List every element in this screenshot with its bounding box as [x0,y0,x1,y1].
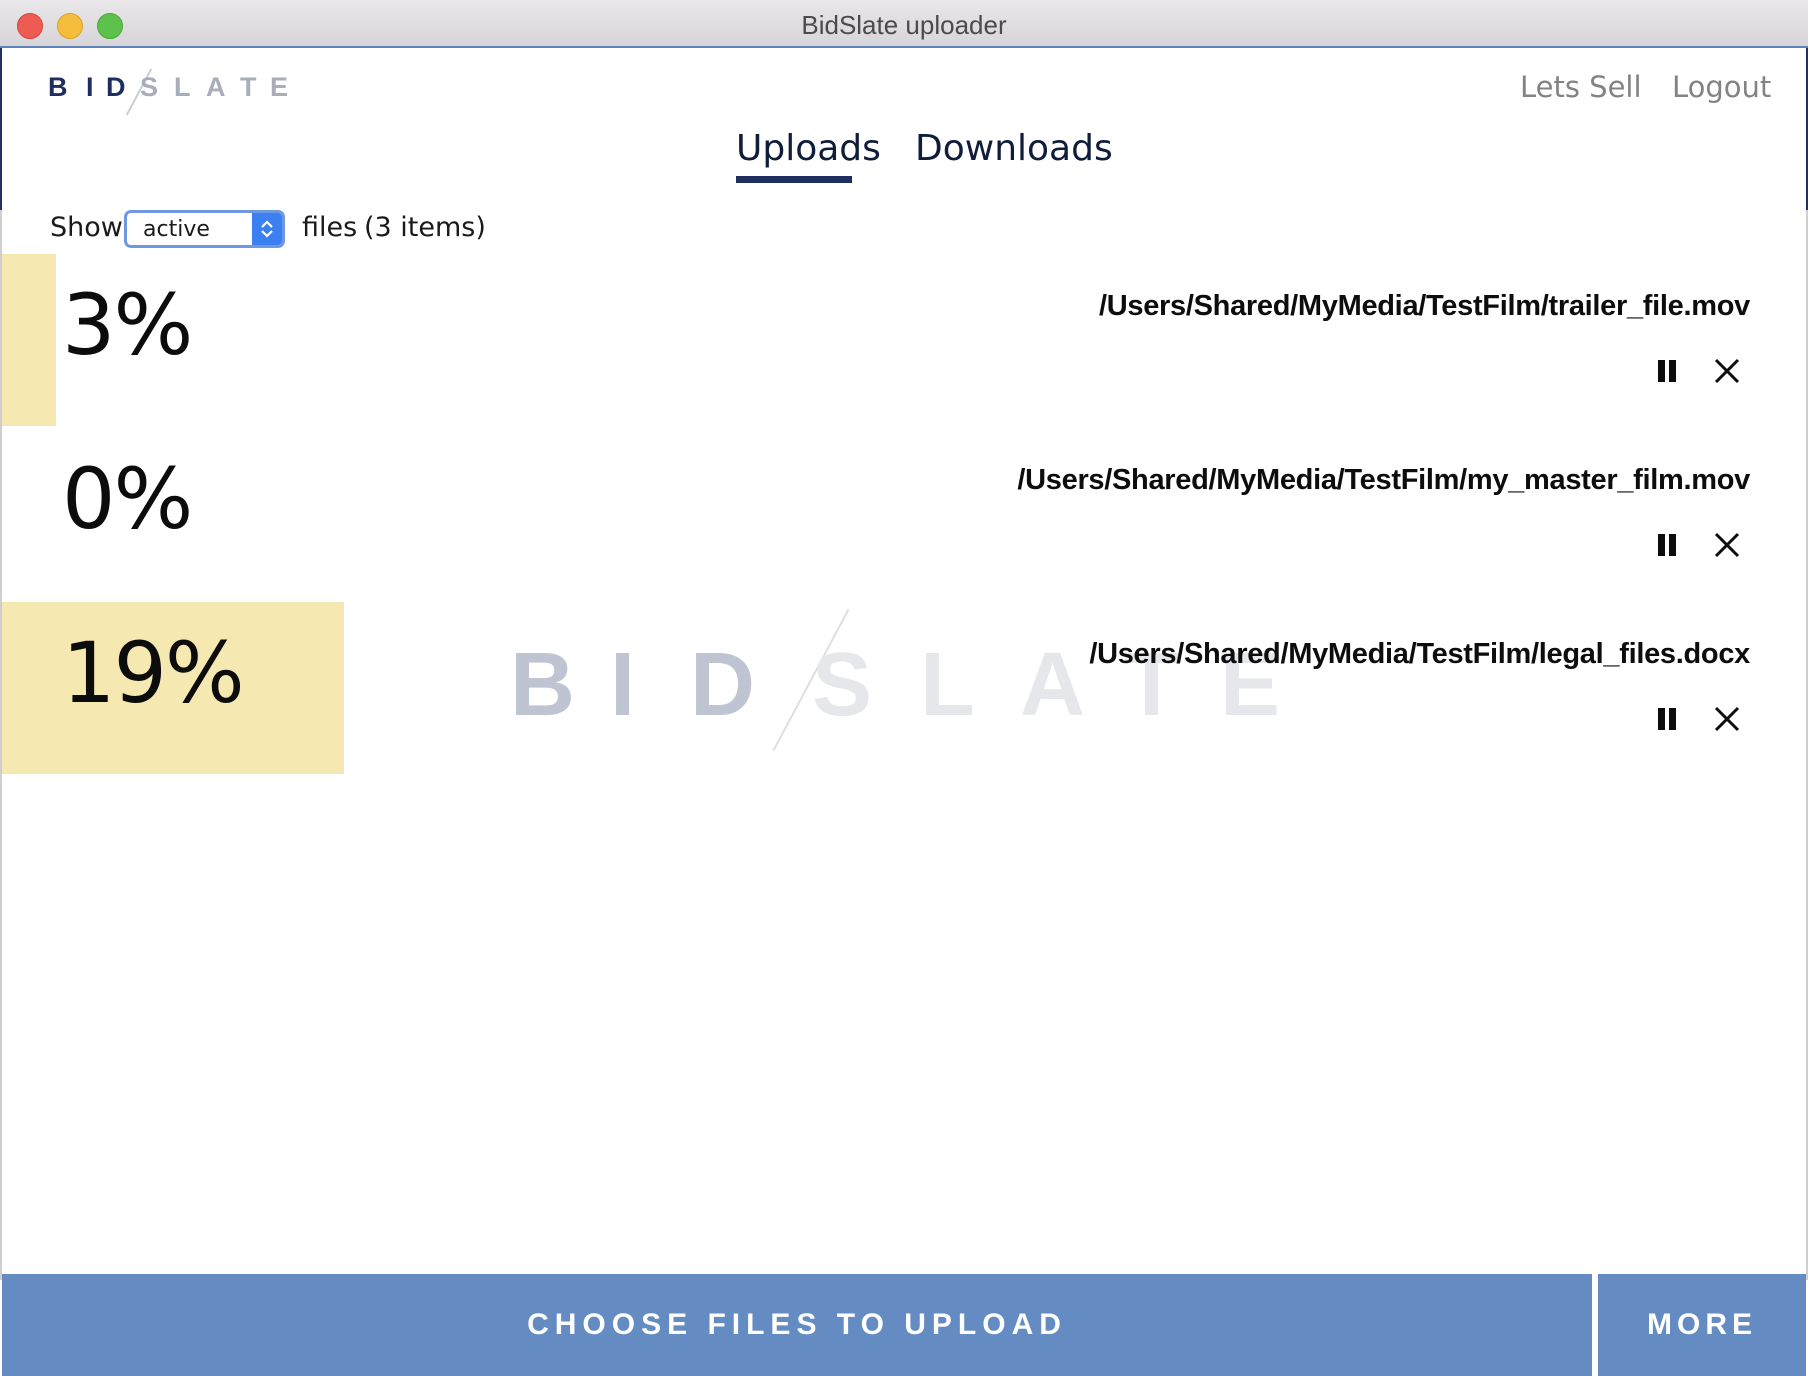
upload-percent: 0% [62,450,193,548]
upload-file-path: /Users/Shared/MyMedia/TestFilm/trailer_f… [1099,290,1750,322]
choose-files-button[interactable]: CHOOSE FILES TO UPLOAD [2,1274,1592,1376]
upload-row: 19% /Users/Shared/MyMedia/TestFilm/legal… [2,602,1806,774]
tab-downloads[interactable]: Downloads [915,128,1113,169]
upload-file-path: /Users/Shared/MyMedia/TestFilm/legal_fil… [1089,638,1750,670]
pause-icon[interactable] [1650,702,1684,736]
select-arrows-icon [252,213,282,245]
upload-progress-bar [2,254,56,426]
upload-percent: 19% [62,624,245,722]
tab-uploads[interactable]: Uploads [736,128,881,169]
more-button[interactable]: MORE [1598,1274,1806,1376]
close-icon[interactable] [1710,528,1744,562]
window-border-left [0,48,2,210]
upload-file-path: /Users/Shared/MyMedia/TestFilm/my_master… [1017,464,1750,496]
items-count: (3 items) [364,212,486,243]
files-label: files [302,212,358,243]
window-titlebar: BidSlate uploader [0,0,1808,47]
pause-icon[interactable] [1650,528,1684,562]
pause-icon[interactable] [1650,354,1684,388]
logout-link[interactable]: Logout [1672,70,1771,104]
tab-active-indicator [736,176,852,183]
upload-row: 3% /Users/Shared/MyMedia/TestFilm/traile… [2,254,1806,426]
show-label: Show [50,212,123,243]
file-status-select[interactable]: active [124,210,285,248]
titlebar-accent-line [0,46,1808,48]
window-title: BidSlate uploader [801,10,1007,40]
close-icon[interactable] [1710,702,1744,736]
file-status-select-value: active [143,217,210,242]
lets-sell-link[interactable]: Lets Sell [1520,70,1642,104]
upload-row: 0% /Users/Shared/MyMedia/TestFilm/my_mas… [2,428,1806,600]
close-icon[interactable] [1710,354,1744,388]
upload-percent: 3% [62,276,193,374]
